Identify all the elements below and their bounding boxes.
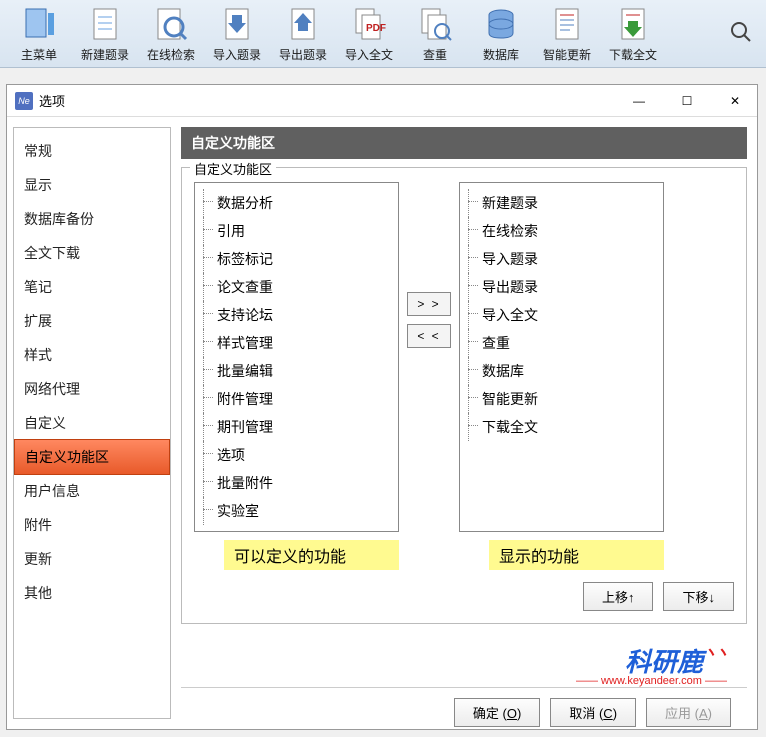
options-panel: 自定义功能区 自定义功能区 数据分析 引用 标签标记 论文查重 支持论坛 样式管… — [171, 117, 757, 729]
move-left-button[interactable]: < < — [407, 324, 451, 348]
section-header: 自定义功能区 — [181, 127, 747, 159]
list-item[interactable]: 导入全文 — [464, 301, 659, 329]
dialog-title: 选项 — [39, 91, 65, 110]
nav-other[interactable]: 其他 — [14, 576, 170, 610]
nav-styles[interactable]: 样式 — [14, 338, 170, 372]
move-down-button[interactable]: 下移↓ — [663, 582, 734, 611]
toolbar-download-fulltext[interactable]: 下载全文 — [604, 2, 662, 65]
titlebar: Ne 选项 — ☐ ✕ — [7, 85, 757, 117]
close-button[interactable]: ✕ — [721, 91, 749, 111]
toolbar-smart-update[interactable]: 智能更新 — [538, 2, 596, 65]
search-doc-icon — [151, 4, 191, 44]
toolbar-import-record[interactable]: 导入题录 — [208, 2, 266, 65]
move-right-button[interactable]: > > — [407, 292, 451, 316]
list-item[interactable]: 在线检索 — [464, 217, 659, 245]
maximize-button[interactable]: ☐ — [673, 91, 701, 111]
toolbar-online-search[interactable]: 在线检索 — [142, 2, 200, 65]
list-item[interactable]: 数据分析 — [199, 189, 394, 217]
toolbar-label: 智能更新 — [543, 46, 591, 63]
list-item[interactable]: 论文查重 — [199, 273, 394, 301]
move-up-button[interactable]: 上移↑ — [583, 582, 654, 611]
toolbar-label: 导出题录 — [279, 46, 327, 63]
options-dialog: Ne 选项 — ☐ ✕ 常规 显示 数据库备份 全文下载 笔记 扩展 样式 网络… — [6, 84, 758, 730]
toolbar-label: 数据库 — [483, 46, 519, 63]
toolbar-label: 查重 — [423, 46, 447, 63]
list-item[interactable]: 新建题录 — [464, 189, 659, 217]
main-toolbar: 主菜单 新建题录 在线检索 导入题录 导出题录 PDF 导入全文 查重 数据库 … — [0, 0, 766, 68]
dialog-footer: 确定 (O) 取消 (C) 应用 (A) — [181, 687, 747, 737]
selected-list[interactable]: 新建题录 在线检索 导入题录 导出题录 导入全文 查重 数据库 智能更新 下载全… — [459, 182, 664, 532]
list-item[interactable]: 选项 — [199, 441, 394, 469]
minimize-button[interactable]: — — [625, 91, 653, 111]
app-icon: Ne — [15, 92, 33, 110]
window-controls: — ☐ ✕ — [625, 91, 749, 111]
list-item[interactable]: 标签标记 — [199, 245, 394, 273]
watermark-logo: 科研鹿ヽヽ — [181, 642, 727, 679]
list-item[interactable]: 下载全文 — [464, 413, 659, 441]
list-item[interactable]: 智能更新 — [464, 385, 659, 413]
annotation-available: 可以定义的功能 — [224, 540, 399, 570]
watermark: 科研鹿ヽヽ —— www.keyandeer.com —— — [181, 642, 727, 687]
nav-notes[interactable]: 笔记 — [14, 270, 170, 304]
nav-attachments[interactable]: 附件 — [14, 508, 170, 542]
toolbar-label: 导入题录 — [213, 46, 261, 63]
apply-button[interactable]: 应用 (A) — [646, 698, 731, 727]
toolbar-dedup[interactable]: 查重 — [406, 2, 464, 65]
nav-update[interactable]: 更新 — [14, 542, 170, 576]
toolbar-export-record[interactable]: 导出题录 — [274, 2, 332, 65]
annotation-selected: 显示的功能 — [489, 540, 664, 570]
update-icon — [547, 4, 587, 44]
toolbar-database[interactable]: 数据库 — [472, 2, 530, 65]
nav-proxy[interactable]: 网络代理 — [14, 372, 170, 406]
download-icon — [613, 4, 653, 44]
list-item[interactable]: 支持论坛 — [199, 301, 394, 329]
toolbar-main-menu[interactable]: 主菜单 — [10, 2, 68, 65]
import-icon — [217, 4, 257, 44]
toolbar-import-fulltext[interactable]: PDF 导入全文 — [340, 2, 398, 65]
toolbar-label: 在线检索 — [147, 46, 195, 63]
export-icon — [283, 4, 323, 44]
list-item[interactable]: 样式管理 — [199, 329, 394, 357]
nav-extensions[interactable]: 扩展 — [14, 304, 170, 338]
toolbar-label: 主菜单 — [21, 46, 57, 63]
nav-custom-ribbon[interactable]: 自定义功能区 — [14, 439, 170, 475]
toolbar-new-record[interactable]: 新建题录 — [76, 2, 134, 65]
ribbon-group: 自定义功能区 数据分析 引用 标签标记 论文查重 支持论坛 样式管理 批量编辑 … — [181, 167, 747, 624]
list-item[interactable]: 实验室 — [199, 497, 394, 525]
toolbar-label: 导入全文 — [345, 46, 393, 63]
nav-user-info[interactable]: 用户信息 — [14, 474, 170, 508]
database-icon — [481, 4, 521, 44]
nav-fulltext-download[interactable]: 全文下载 — [14, 236, 170, 270]
list-item[interactable]: 期刊管理 — [199, 413, 394, 441]
group-label: 自定义功能区 — [190, 159, 276, 178]
menu-icon — [19, 4, 59, 44]
available-list[interactable]: 数据分析 引用 标签标记 论文查重 支持论坛 样式管理 批量编辑 附件管理 期刊… — [194, 182, 399, 532]
list-item[interactable]: 导入题录 — [464, 245, 659, 273]
new-record-icon — [85, 4, 125, 44]
list-item[interactable]: 数据库 — [464, 357, 659, 385]
nav-general[interactable]: 常规 — [14, 134, 170, 168]
list-item[interactable]: 附件管理 — [199, 385, 394, 413]
cancel-button[interactable]: 取消 (C) — [550, 698, 636, 727]
nav-custom[interactable]: 自定义 — [14, 406, 170, 440]
list-item[interactable]: 查重 — [464, 329, 659, 357]
svg-text:PDF: PDF — [366, 23, 386, 34]
toolbar-label: 下载全文 — [609, 46, 657, 63]
dedup-icon — [415, 4, 455, 44]
list-item[interactable]: 引用 — [199, 217, 394, 245]
toolbar-label: 新建题录 — [81, 46, 129, 63]
list-item[interactable]: 批量附件 — [199, 469, 394, 497]
list-item[interactable]: 批量编辑 — [199, 357, 394, 385]
options-nav: 常规 显示 数据库备份 全文下载 笔记 扩展 样式 网络代理 自定义 自定义功能… — [13, 127, 171, 719]
nav-display[interactable]: 显示 — [14, 168, 170, 202]
nav-db-backup[interactable]: 数据库备份 — [14, 202, 170, 236]
toolbar-search-icon[interactable] — [726, 17, 756, 47]
import-full-icon: PDF — [349, 4, 389, 44]
list-item[interactable]: 导出题录 — [464, 273, 659, 301]
ok-button[interactable]: 确定 (O) — [454, 698, 540, 727]
